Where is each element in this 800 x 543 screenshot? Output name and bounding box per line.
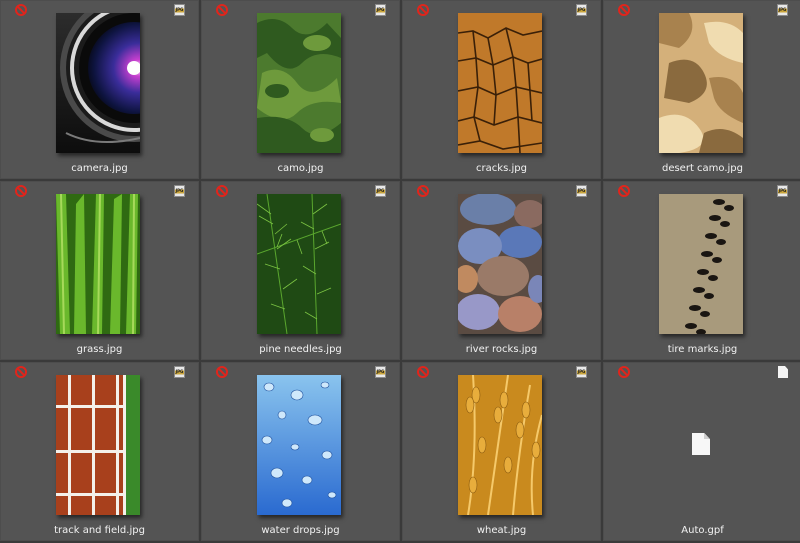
file-name[interactable]: camera.jpg — [0, 163, 199, 174]
no-entry-icon[interactable] — [417, 4, 429, 16]
file-tile-desert-camo[interactable]: desert camo.jpg — [603, 0, 800, 179]
file-tile-cracks[interactable]: cracks.jpg — [402, 0, 601, 179]
jpg-file-icon — [375, 366, 386, 378]
file-tile-track-and-field[interactable]: track and field.jpg — [0, 362, 199, 541]
thumbnail-tire-marks — [659, 194, 743, 334]
thumbnail-river-rocks — [458, 194, 542, 334]
jpg-file-icon — [576, 185, 587, 197]
no-entry-icon[interactable] — [618, 366, 630, 378]
file-tile-camo[interactable]: camo.jpg — [201, 0, 400, 179]
thumbnail-track-and-field — [56, 375, 140, 515]
document-icon — [692, 433, 710, 455]
file-tile-pine-needles[interactable]: pine needles.jpg — [201, 181, 400, 360]
file-name[interactable]: water drops.jpg — [201, 525, 400, 536]
document-icon — [778, 366, 788, 378]
jpg-file-icon — [576, 4, 587, 16]
jpg-file-icon — [777, 185, 788, 197]
file-name[interactable]: pine needles.jpg — [201, 344, 400, 355]
file-tile-water-drops[interactable]: water drops.jpg — [201, 362, 400, 541]
no-entry-icon[interactable] — [618, 4, 630, 16]
file-tile-wheat[interactable]: wheat.jpg — [402, 362, 601, 541]
file-grid: camera.jpg camo.jpg — [0, 0, 800, 543]
jpg-file-icon — [576, 366, 587, 378]
thumbnail-camera — [56, 13, 140, 153]
thumbnail-grass — [56, 194, 140, 334]
thumbnail-water-drops — [257, 375, 341, 515]
jpg-file-icon — [174, 4, 185, 16]
no-entry-icon[interactable] — [417, 185, 429, 197]
file-tile-camera[interactable]: camera.jpg — [0, 0, 199, 179]
no-entry-icon[interactable] — [216, 185, 228, 197]
jpg-file-icon — [174, 185, 185, 197]
file-name[interactable]: track and field.jpg — [0, 525, 199, 536]
jpg-file-icon — [375, 4, 386, 16]
thumbnail-wheat — [458, 375, 542, 515]
thumbnail-camo — [257, 13, 341, 153]
file-name[interactable]: wheat.jpg — [402, 525, 601, 536]
file-tile-auto-gpf[interactable]: Auto.gpf — [603, 362, 800, 541]
no-entry-icon[interactable] — [15, 4, 27, 16]
no-entry-icon[interactable] — [15, 366, 27, 378]
file-name[interactable]: Auto.gpf — [603, 525, 800, 536]
no-entry-icon[interactable] — [216, 366, 228, 378]
jpg-file-icon — [777, 4, 788, 16]
thumbnail-pine-needles — [257, 194, 341, 334]
file-tile-tire-marks[interactable]: tire marks.jpg — [603, 181, 800, 360]
file-name[interactable]: cracks.jpg — [402, 163, 601, 174]
no-entry-icon[interactable] — [216, 4, 228, 16]
thumbnail-cracks — [458, 13, 542, 153]
file-name[interactable]: camo.jpg — [201, 163, 400, 174]
thumbnail-desert-camo — [659, 13, 743, 153]
jpg-file-icon — [375, 185, 386, 197]
jpg-file-icon — [174, 366, 185, 378]
file-name[interactable]: tire marks.jpg — [603, 344, 800, 355]
no-entry-icon[interactable] — [417, 366, 429, 378]
file-tile-grass[interactable]: grass.jpg — [0, 181, 199, 360]
file-name[interactable]: desert camo.jpg — [603, 163, 800, 174]
file-tile-river-rocks[interactable]: river rocks.jpg — [402, 181, 601, 360]
no-entry-icon[interactable] — [15, 185, 27, 197]
file-name[interactable]: river rocks.jpg — [402, 344, 601, 355]
file-name[interactable]: grass.jpg — [0, 344, 199, 355]
no-entry-icon[interactable] — [618, 185, 630, 197]
